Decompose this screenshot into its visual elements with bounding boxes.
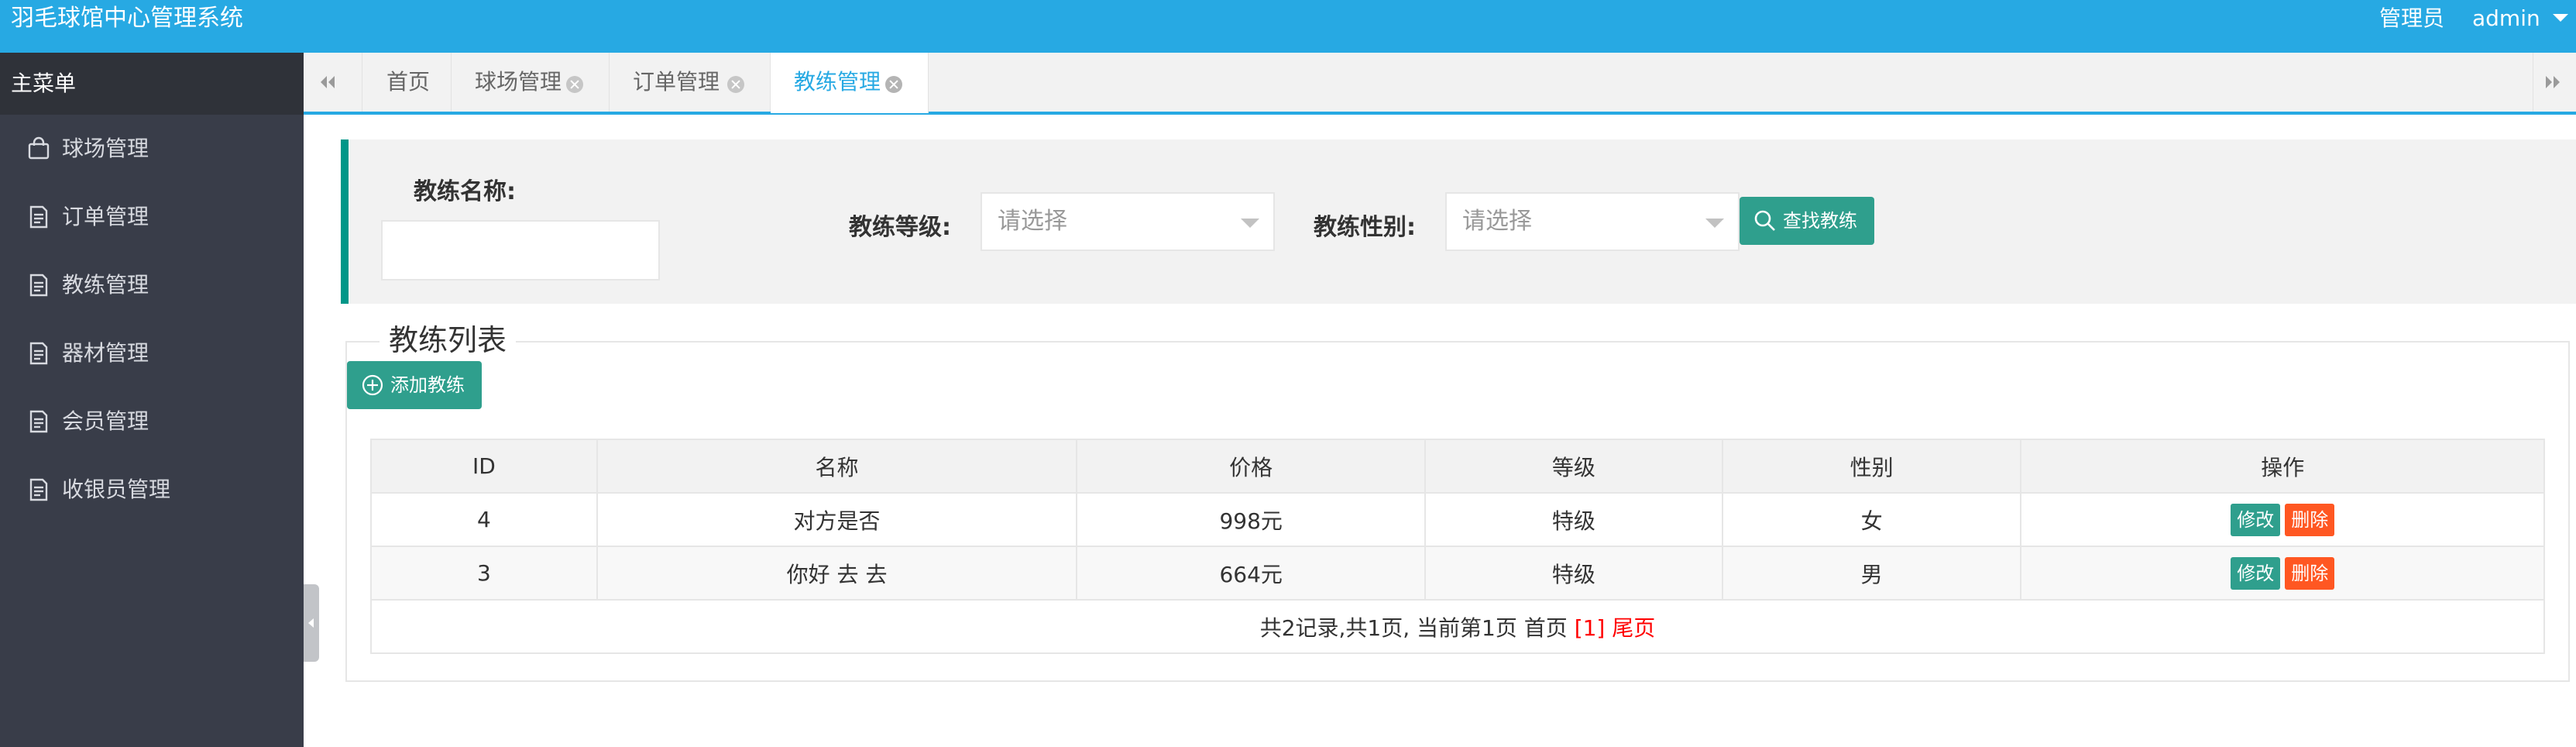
coach-gender-select[interactable]: 请选择 <box>1445 192 1740 251</box>
double-chevron-right-icon <box>2546 76 2560 88</box>
coach-list-legend: 教练列表 <box>380 321 517 360</box>
column-header-name: 名称 <box>596 439 1078 494</box>
chevron-left-icon <box>308 618 314 628</box>
plus-circle-icon <box>362 374 383 396</box>
pager-summary: 共2记录,共1页, 当前第1页 <box>1259 614 1517 641</box>
chevron-down-icon <box>1705 219 1724 228</box>
column-header-gender: 性别 <box>1721 439 2022 494</box>
document-icon <box>29 342 48 365</box>
document-icon <box>29 478 48 501</box>
tab-label: 订单管理 <box>633 69 720 95</box>
tab-order[interactable]: 订单管理 <box>610 53 771 112</box>
button-label: 添加教练 <box>390 374 465 396</box>
sidebar-item-label: 订单管理 <box>62 204 149 229</box>
search-icon <box>1754 210 1775 231</box>
cell-id: 3 <box>370 546 598 601</box>
coach-level-label: 教练等级: <box>849 214 951 241</box>
shopping-bag-icon <box>28 136 50 160</box>
sidebar: 主菜单 球场管理 订单管理 教练管理 器材管理 会员管理 收银员管理 <box>0 53 304 747</box>
table-header-row: ID 名称 价格 等级 性别 操作 <box>370 439 2545 494</box>
chevron-down-icon <box>1241 219 1259 228</box>
button-label: 查找教练 <box>1783 210 1857 232</box>
coach-level-select[interactable]: 请选择 <box>981 192 1275 251</box>
chevron-down-icon[interactable] <box>2553 14 2568 22</box>
cell-id: 4 <box>370 492 598 547</box>
search-coach-button[interactable]: 查找教练 <box>1740 197 1874 245</box>
column-header-price: 价格 <box>1076 439 1427 494</box>
cell-level: 特级 <box>1424 492 1723 547</box>
tab-label: 球场管理 <box>475 69 562 95</box>
document-icon <box>29 205 48 229</box>
delete-button[interactable]: 删除 <box>2285 556 2335 590</box>
sidebar-item-order[interactable]: 订单管理 <box>0 183 304 251</box>
sidebar-item-cashier[interactable]: 收银员管理 <box>0 456 304 524</box>
column-header-level: 等级 <box>1424 439 1723 494</box>
sidebar-item-label: 器材管理 <box>62 340 149 366</box>
cell-price: 664元 <box>1076 546 1427 601</box>
cell-price: 998元 <box>1076 492 1427 547</box>
table-row: 4 对方是否 998元 特级 女 修改 删除 <box>370 492 2545 547</box>
close-icon[interactable] <box>885 76 902 93</box>
sidebar-item-label: 球场管理 <box>62 136 149 161</box>
tab-coach[interactable]: 教练管理 <box>771 53 929 113</box>
tab-label: 首页 <box>386 69 431 95</box>
sidebar-item-court[interactable]: 球场管理 <box>0 115 304 183</box>
cell-name: 对方是否 <box>596 492 1078 547</box>
pager: 共2记录,共1页, 当前第1页 首页 [1] 尾页 <box>370 599 2545 654</box>
coach-name-input[interactable] <box>381 220 660 281</box>
double-chevron-left-icon <box>321 76 335 88</box>
select-value: 请选择 <box>998 208 1067 235</box>
add-coach-button[interactable]: 添加教练 <box>347 361 482 409</box>
role-label: 管理员 <box>2379 5 2445 31</box>
coach-name-label: 教练名称: <box>414 178 516 205</box>
tab-label: 教练管理 <box>794 69 881 95</box>
sidebar-title: 主菜单 <box>0 53 304 115</box>
top-header: 羽毛球馆中心管理系统 管理员 admin <box>0 0 2576 53</box>
select-value: 请选择 <box>1462 208 1532 235</box>
sidebar-item-label: 教练管理 <box>62 272 149 298</box>
sidebar-collapse-handle[interactable] <box>304 584 319 662</box>
sidebar-item-coach[interactable]: 教练管理 <box>0 251 304 319</box>
cell-actions: 修改 删除 <box>2020 546 2545 601</box>
search-panel: 教练名称: 教练等级: 请选择 教练性别: 请选择 查找教练 <box>341 139 2576 304</box>
sidebar-item-label: 收银员管理 <box>62 477 171 502</box>
coach-gender-label: 教练性别: <box>1314 214 1416 241</box>
tab-bar: 首页 球场管理 订单管理 教练管理 <box>304 53 2576 115</box>
column-header-id: ID <box>370 439 598 494</box>
sidebar-item-member[interactable]: 会员管理 <box>0 387 304 456</box>
cell-gender: 男 <box>1721 546 2022 601</box>
pager-row: 共2记录,共1页, 当前第1页 首页 [1] 尾页 <box>370 599 2545 654</box>
cell-level: 特级 <box>1424 546 1723 601</box>
document-icon <box>29 274 48 297</box>
pager-last-link[interactable]: 尾页 <box>1612 615 1655 641</box>
delete-button[interactable]: 删除 <box>2285 503 2335 536</box>
pager-first-link[interactable]: 首页 <box>1524 615 1568 641</box>
cell-name: 你好 去 去 <box>596 546 1078 601</box>
document-icon <box>29 410 48 433</box>
close-icon[interactable] <box>727 76 744 93</box>
tab-court[interactable]: 球场管理 <box>452 53 610 112</box>
tab-home[interactable]: 首页 <box>363 53 452 112</box>
cell-gender: 女 <box>1721 492 2022 547</box>
edit-button[interactable]: 修改 <box>2231 503 2281 536</box>
pager-current-page[interactable]: [1] <box>1575 615 1606 641</box>
edit-button[interactable]: 修改 <box>2231 556 2281 590</box>
app-title: 羽毛球馆中心管理系统 <box>11 5 243 32</box>
coach-table: ID 名称 价格 等级 性别 操作 4 对方是否 998元 特级 女 修改 删除 … <box>370 439 2545 654</box>
sidebar-item-label: 会员管理 <box>62 408 149 434</box>
close-icon[interactable] <box>566 76 583 93</box>
column-header-actions: 操作 <box>2020 439 2545 494</box>
cell-actions: 修改 删除 <box>2020 492 2545 547</box>
tab-scroll-right-button[interactable] <box>2533 53 2576 112</box>
sidebar-item-equipment[interactable]: 器材管理 <box>0 319 304 387</box>
user-menu[interactable]: admin <box>2472 3 2540 34</box>
tab-scroll-left-button[interactable] <box>304 53 362 112</box>
table-row: 3 你好 去 去 664元 特级 男 修改 删除 <box>370 546 2545 601</box>
